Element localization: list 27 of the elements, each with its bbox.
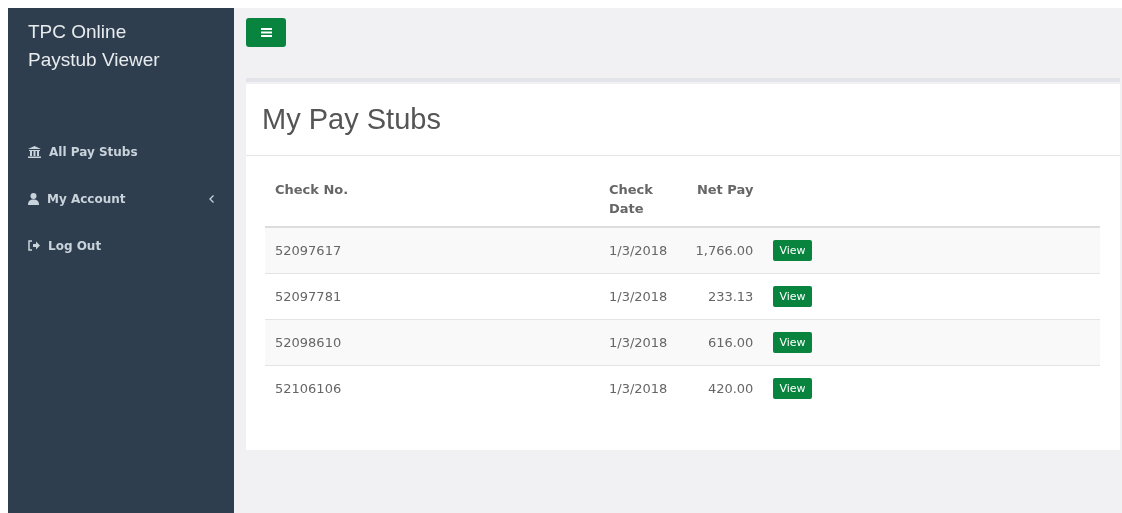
user-icon [28, 192, 39, 205]
table-cell: 1/3/2018 [599, 273, 678, 319]
table-cell: 52106106 [265, 365, 599, 411]
view-button[interactable]: View [773, 331, 812, 353]
caret-icon [209, 194, 214, 203]
table-cell: 420.00 [677, 365, 764, 411]
table-cell: 52097617 [265, 227, 599, 273]
view-button[interactable]: View [773, 239, 812, 261]
view-button[interactable]: View [773, 285, 812, 307]
menu-button[interactable] [246, 18, 286, 47]
table-cell: 1,766.00 [677, 227, 764, 273]
sidebar-item[interactable]: Log Out [8, 222, 234, 269]
menu-icon [260, 28, 272, 37]
sidebar-item[interactable]: All Pay Stubs [8, 128, 234, 175]
table-cell: 1/3/2018 [599, 227, 678, 273]
table-cell: 52098610 [265, 319, 599, 365]
bank-icon [28, 145, 41, 158]
app-title: TPC Online Paystub Viewer [27, 20, 161, 72]
logout-icon [28, 240, 40, 251]
page-heading: My Pay Stubs [262, 103, 441, 136]
view-button[interactable]: View [773, 377, 812, 399]
sidebar-item[interactable]: My Account [8, 175, 234, 222]
table-cell: 1/3/2018 [599, 365, 678, 411]
table-cell: 233.13 [677, 273, 764, 319]
table-cell: 1/3/2018 [599, 319, 678, 365]
table-cell: 616.00 [677, 319, 764, 365]
table-cell: 52097781 [265, 273, 599, 319]
